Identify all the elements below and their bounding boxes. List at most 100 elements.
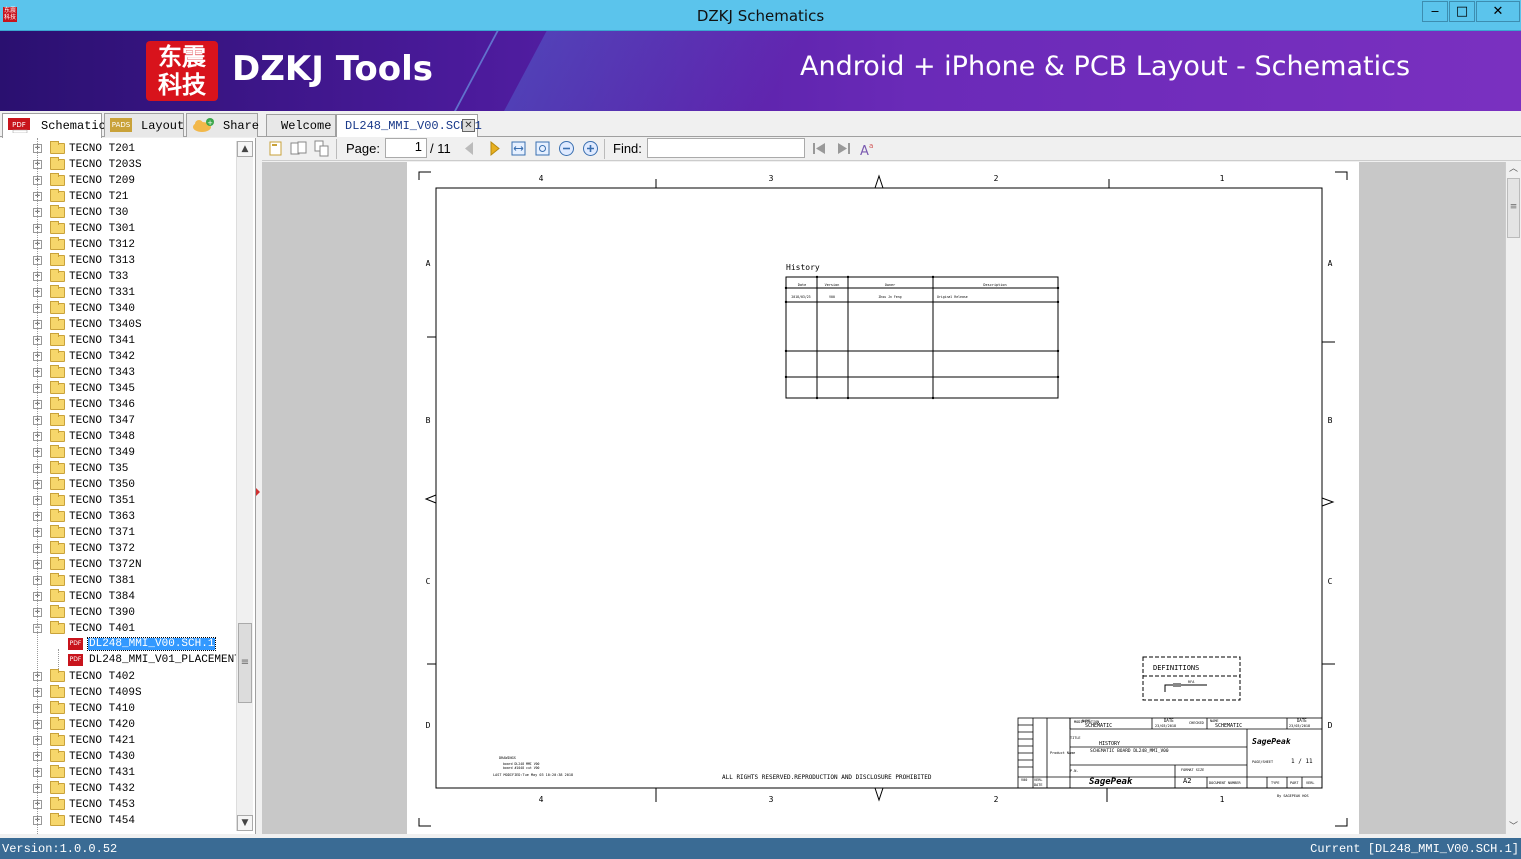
match-case-icon[interactable]: Aa [859,140,876,157]
tree-folder-label: TECNO T348 [69,431,136,443]
tree-file[interactable]: PDF DL248_MMI_V00.SCH.1 [0,637,235,653]
tree-folder[interactable]: + TECNO T345 [0,381,235,397]
tb-date-label: DATE [1164,718,1174,723]
col-label: 2 [994,795,999,804]
tree-folder[interactable]: + TECNO T209 [0,173,235,189]
tree-folder-label: TECNO T372N [69,559,142,571]
single-page-icon[interactable] [267,140,284,157]
tree-folder[interactable]: + TECNO T371 [0,525,235,541]
page-input[interactable]: 1 [385,138,427,158]
folder-icon [50,445,65,458]
tree-folder[interactable]: + TECNO T301 [0,221,235,237]
tree-folder[interactable]: + TECNO T402 [0,669,235,685]
tree-folder[interactable]: + TECNO T346 [0,397,235,413]
fit-page-icon[interactable] [534,140,551,157]
tab-welcome[interactable]: Welcome [266,114,336,136]
tree-folder[interactable]: + TECNO T21 [0,189,235,205]
minimize-button[interactable]: ‒ [1422,1,1448,22]
folder-icon [50,429,65,442]
file-tree: + TECNO T201 + TECNO T203S + TECNO T209 + TECNO… [0,138,256,834]
tab-layout[interactable]: PADS Layout [104,113,184,137]
tree-folder[interactable]: + TECNO T420 [0,717,235,733]
two-page-icon[interactable] [290,140,307,157]
tree-folder-label: TECNO T409S [69,687,142,699]
zoom-in-icon[interactable] [582,140,599,157]
tree-folder[interactable]: + TECNO T381 [0,573,235,589]
tab-schematic[interactable]: PDF Schematic [2,113,106,138]
scroll-thumb[interactable]: ≡ [238,623,252,703]
tree-folder[interactable]: + TECNO T313 [0,253,235,269]
tree-folder[interactable]: + TECNO T201 [0,141,235,157]
tree-folder[interactable]: + TECNO T312 [0,237,235,253]
document-viewer[interactable]: 4 3 2 1 4 3 2 1 A B C D A B C D History … [262,162,1505,834]
viewer-scrollbar[interactable]: ︿ ≡ ﹀ [1505,162,1521,834]
tree-folder[interactable]: + TECNO T431 [0,765,235,781]
tree-file[interactable]: PDF DL248_MMI_V01_PLACEMENT [0,653,241,669]
tree-folder[interactable]: + TECNO T342 [0,349,235,365]
tree-folder[interactable]: + TECNO T453 [0,797,235,813]
tree-folder[interactable]: + TECNO T410 [0,701,235,717]
folder-icon [50,797,65,810]
tree-folder[interactable]: + TECNO T349 [0,445,235,461]
find-input[interactable] [647,138,805,158]
zoom-out-icon[interactable] [558,140,575,157]
tree-folder[interactable]: + TECNO T343 [0,365,235,381]
next-page-icon[interactable] [486,140,503,157]
tree-folder-label: TECNO T209 [69,175,136,187]
tree-folder[interactable]: − TECNO T401 [0,621,235,637]
folder-icon [50,141,65,154]
tb-type: TYPE [1271,781,1279,785]
scroll-down-icon[interactable]: ▼ [237,815,253,831]
tree-folder[interactable]: + TECNO T30 [0,205,235,221]
tab-document[interactable]: DL248_MMI_V00.SCH.1 ✕ [336,114,482,137]
folder-icon [50,477,65,490]
tree-folder[interactable]: + TECNO T203S [0,157,235,173]
tree-folder[interactable]: + TECNO T409S [0,685,235,701]
tb-logo: SagePeak [1252,737,1292,746]
tree-folder[interactable]: + TECNO T340S [0,317,235,333]
tree-folder[interactable]: + TECNO T331 [0,285,235,301]
close-button[interactable]: ✕ [1476,1,1520,22]
tree-folder[interactable]: + TECNO T33 [0,269,235,285]
tree-folder[interactable]: + TECNO T350 [0,477,235,493]
scroll-down-icon[interactable]: ﹀ [1506,820,1521,834]
tb-pages: 1 / 11 [1291,758,1313,765]
folder-icon [50,157,65,170]
find-previous-icon[interactable] [811,140,828,157]
tree-scrollbar[interactable]: ▲ ≡ ▼ [236,141,253,831]
tree-folder[interactable]: + TECNO T363 [0,509,235,525]
col-label: 4 [539,174,544,183]
tree-folder[interactable]: + TECNO T348 [0,429,235,445]
maximize-button[interactable]: □ [1449,1,1475,22]
tree-folder[interactable]: + TECNO T454 [0,813,235,829]
continuous-page-icon[interactable] [313,140,330,157]
previous-page-icon[interactable] [461,140,478,157]
close-tab-icon[interactable]: ✕ [462,119,475,132]
folder-icon [50,461,65,474]
tree-folder[interactable]: + TECNO T340 [0,301,235,317]
find-next-icon[interactable] [835,140,852,157]
tree-folder[interactable]: + TECNO T384 [0,589,235,605]
tb-verl: VERL [1306,781,1314,785]
tree-folder[interactable]: + TECNO T432 [0,781,235,797]
scroll-up-icon[interactable]: ▲ [237,141,253,157]
tree-folder[interactable]: + TECNO T347 [0,413,235,429]
collapse-arrow-icon[interactable] [256,488,260,496]
folder-icon [50,205,65,218]
tb-verl-label: VERL [1034,778,1042,782]
tree-folder[interactable]: + TECNO T390 [0,605,235,621]
tree-folder[interactable]: + TECNO T341 [0,333,235,349]
fit-width-icon[interactable] [510,140,527,157]
tree-folder[interactable]: + TECNO T35 [0,461,235,477]
tree-folder[interactable]: + TECNO T421 [0,733,235,749]
tb-checked: CHECKED [1189,721,1204,725]
tree-folder[interactable]: + TECNO T430 [0,749,235,765]
row-label: A [426,259,431,268]
tree-folder-label: TECNO T312 [69,239,136,251]
tree-folder[interactable]: + TECNO T351 [0,493,235,509]
scroll-thumb[interactable]: ≡ [1507,178,1520,238]
tab-share[interactable]: + Share [186,113,259,137]
scroll-up-icon[interactable]: ︿ [1506,162,1521,176]
tree-folder[interactable]: + TECNO T372N [0,557,235,573]
tree-folder[interactable]: + TECNO T372 [0,541,235,557]
